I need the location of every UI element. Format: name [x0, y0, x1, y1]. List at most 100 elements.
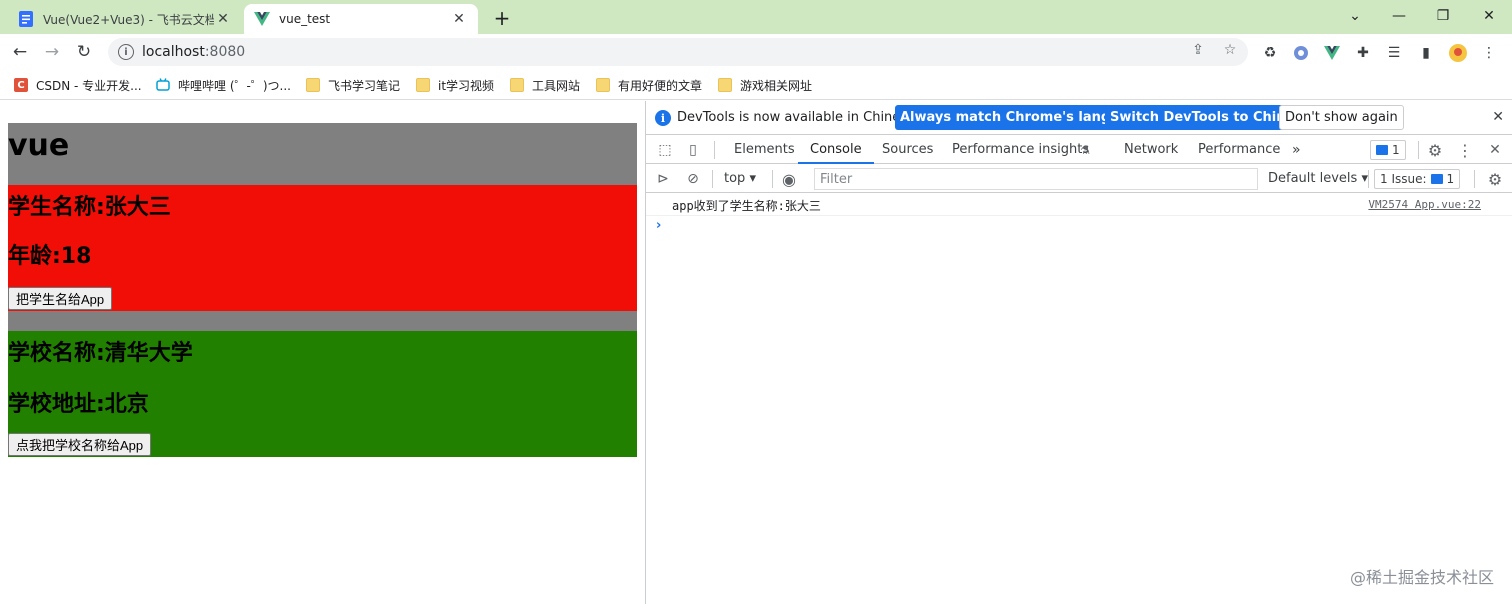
puzzle-extensions-icon[interactable]: ✚	[1353, 43, 1373, 63]
tab-title: Vue(Vue2+Vue3) - 飞书云文档	[43, 12, 214, 27]
more-tabs-icon[interactable]: »	[1292, 136, 1301, 164]
log-message: app收到了学生名称:张大三	[672, 199, 821, 213]
forward-icon[interactable]: →	[40, 40, 64, 64]
edge-extension-icon[interactable]	[1291, 43, 1311, 63]
folder-icon	[306, 78, 320, 92]
divider	[772, 170, 773, 188]
reload-icon[interactable]: ↻	[72, 40, 96, 64]
app-container: vue 学生名称:张大三 年龄:18 把学生名给App 学校名称:清华大学 学校…	[8, 123, 637, 457]
console-settings-icon[interactable]: ⚙	[1484, 168, 1506, 190]
divider	[1418, 141, 1419, 159]
minimize-icon[interactable]: —	[1384, 4, 1414, 28]
bookmark-folder[interactable]: 飞书学习笔记	[306, 75, 400, 95]
site-info-icon[interactable]: i	[118, 44, 134, 60]
bookmark-bilibili[interactable]: 哔哩哔哩 (゜-゜)つ...	[156, 75, 291, 95]
info-icon: i	[655, 110, 671, 126]
console-prompt[interactable]: ›	[656, 218, 661, 233]
flask-icon: ⚗	[1080, 143, 1090, 157]
issues-counter[interactable]: 1 Issue: 1	[1374, 169, 1461, 189]
back-icon[interactable]: ←	[8, 40, 32, 64]
clear-console-icon[interactable]: ⊘	[682, 168, 704, 190]
student-name: 学生名称:张大三	[8, 195, 171, 220]
levels-label: Default levels	[1268, 171, 1358, 186]
close-window-icon[interactable]: ✕	[1474, 4, 1504, 28]
close-banner-icon[interactable]: ✕	[1492, 109, 1504, 125]
menu-kebab-icon[interactable]: ⋮	[1479, 43, 1499, 63]
profile-avatar-icon[interactable]	[1448, 43, 1468, 63]
tab-feishu-doc[interactable]: Vue(Vue2+Vue3) - 飞书云文档 ✕	[8, 4, 242, 34]
student-age: 年龄:18	[8, 244, 92, 269]
restore-icon[interactable]: ❐	[1428, 4, 1458, 28]
new-tab-button[interactable]: +	[490, 6, 514, 30]
dont-show-again-button[interactable]: Don't show again	[1279, 105, 1404, 130]
school-component: 学校名称:清华大学 学校地址:北京 点我把学校名称给App	[8, 331, 637, 457]
school-name: 学校名称:清华大学	[8, 341, 193, 366]
bookmark-star-icon[interactable]: ☆	[1220, 40, 1240, 60]
log-levels-dropdown[interactable]: Default levels ▾	[1268, 171, 1368, 186]
issues-badge[interactable]: 1	[1370, 140, 1406, 160]
bookmark-folder[interactable]: 游戏相关网址	[718, 75, 812, 95]
school-address: 学校地址:北京	[8, 392, 149, 417]
tab-search-icon[interactable]: ⌄	[1340, 4, 1370, 28]
close-icon[interactable]: ✕	[214, 10, 232, 28]
side-panel-icon[interactable]: ▮	[1416, 43, 1436, 63]
filter-input[interactable]: Filter	[814, 168, 1258, 190]
divider	[714, 141, 715, 159]
issues-count: 1	[1392, 143, 1400, 157]
issue-count: 1	[1446, 172, 1455, 186]
address-bar[interactable]: i localhost:8080	[108, 38, 1248, 66]
bookmark-folder[interactable]: 有用好便的文章	[596, 75, 702, 95]
devtools-menu-icon[interactable]: ⋮	[1454, 139, 1476, 161]
bookmark-folder[interactable]: it学习视频	[416, 75, 494, 95]
log-source-link[interactable]: VM2574 App.vue:22	[1368, 198, 1481, 211]
recycle-extension-icon[interactable]: ♻	[1260, 43, 1280, 63]
bookmark-label: 游戏相关网址	[740, 78, 813, 93]
devtools-tabbar: ⬚ ▯ Elements Console Sources Performance…	[646, 136, 1512, 164]
browser-toolbar: ← → ↻ i localhost:8080 ⇪ ☆ ♻ ✚ ☰ ▮ ⋮	[0, 34, 1512, 70]
tab-performance[interactable]: Performance	[1198, 136, 1280, 164]
tab-network[interactable]: Network	[1124, 136, 1178, 164]
banner-message: DevTools is now available in Chinese!	[677, 110, 921, 125]
console-log-row: app收到了学生名称:张大三 VM2574 App.vue:22	[646, 194, 1512, 216]
bookmark-label: 哔哩哔哩 (゜-゜)つ...	[178, 78, 291, 93]
context-label: top	[724, 171, 746, 186]
inspect-element-icon[interactable]: ⬚	[654, 139, 676, 161]
reading-list-icon[interactable]: ☰	[1384, 43, 1404, 63]
close-devtools-icon[interactable]: ✕	[1484, 139, 1506, 161]
url-port: :8080	[204, 44, 246, 60]
eye-icon[interactable]: ◉	[778, 168, 800, 190]
bookmark-label: 工具网站	[532, 78, 581, 93]
issue-label: 1 Issue:	[1380, 172, 1427, 186]
send-school-name-button[interactable]: 点我把学校名称给App	[8, 433, 152, 456]
divider	[1368, 170, 1369, 188]
send-student-name-button[interactable]: 把学生名给App	[8, 287, 113, 310]
folder-icon	[596, 78, 610, 92]
bookmark-label: CSDN - 专业开发...	[36, 78, 142, 93]
tab-title: vue_test	[279, 12, 331, 26]
tab-strip: Vue(Vue2+Vue3) - 飞书云文档 ✕ vue_test ✕ + ⌄ …	[0, 0, 1512, 34]
devtools-panel: i DevTools is now available in Chinese! …	[645, 101, 1512, 604]
tab-performance-insights[interactable]: Performance insights	[952, 136, 1089, 164]
csdn-icon: C	[14, 78, 28, 92]
vue-logo-icon	[254, 11, 270, 27]
settings-gear-icon[interactable]: ⚙	[1424, 139, 1446, 161]
watermark: @稀土掘金技术社区	[1349, 568, 1494, 587]
share-icon[interactable]: ⇪	[1188, 40, 1208, 60]
tab-vue-test[interactable]: vue_test ✕	[244, 4, 478, 34]
bookmark-folder[interactable]: 工具网站	[510, 75, 580, 95]
tab-console[interactable]: Console	[798, 136, 874, 164]
context-selector[interactable]: top ▾	[724, 171, 756, 186]
device-toolbar-icon[interactable]: ▯	[682, 139, 704, 161]
tab-sources[interactable]: Sources	[882, 136, 933, 164]
bookmarks-bar: C CSDN - 专业开发... 哔哩哔哩 (゜-゜)つ... 飞书学习笔记 i…	[0, 70, 1512, 100]
folder-icon	[416, 78, 430, 92]
divider	[712, 170, 713, 188]
close-icon[interactable]: ✕	[450, 10, 468, 28]
folder-icon	[510, 78, 524, 92]
bookmark-label: 有用好便的文章	[618, 78, 703, 93]
sidebar-toggle-icon[interactable]: ⊳	[652, 168, 674, 190]
tab-elements[interactable]: Elements	[734, 136, 795, 164]
message-icon	[1376, 145, 1388, 155]
vue-devtools-icon[interactable]	[1322, 43, 1342, 63]
bookmark-csdn[interactable]: C CSDN - 专业开发...	[14, 75, 142, 95]
